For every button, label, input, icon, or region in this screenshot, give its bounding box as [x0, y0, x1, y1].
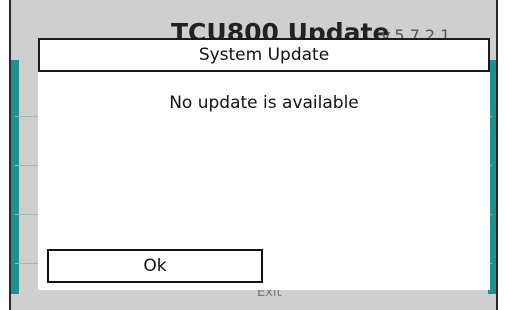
update-dialog: System Update No update is available Ok — [38, 38, 490, 290]
dialog-title: System Update — [38, 38, 490, 72]
screen: TCU800 Update v.5.7.2.1 Exit System Upda… — [0, 0, 507, 310]
dialog-message: No update is available — [169, 93, 359, 113]
ok-button[interactable]: Ok — [47, 249, 263, 283]
